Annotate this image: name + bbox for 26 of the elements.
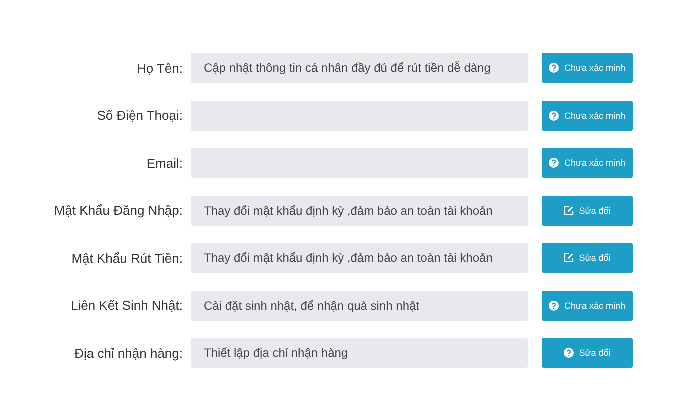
verify-button[interactable]: Chưa xác minh: [542, 148, 633, 178]
field-label: Địa chỉ nhận hàng:: [74, 346, 183, 360]
verify-button[interactable]: Chưa xác minh: [542, 290, 633, 320]
help-icon: [549, 63, 560, 73]
edit-icon: [564, 206, 574, 216]
input-field[interactable]: Thay đổi mật khẩu định kỳ ,đảm bảo an toàn tài khoản: [191, 243, 528, 273]
help-icon: [549, 158, 560, 168]
help-icon: [549, 300, 560, 310]
field-label: Mật Khẩu Rút Tiền:: [72, 250, 183, 266]
edit-button[interactable]: Sửa đổi: [542, 243, 633, 273]
input-field[interactable]: Cài đặt sinh nhật, để nhận quà sinh nhật: [191, 290, 528, 320]
verify-button[interactable]: Chưa xác minh: [542, 100, 633, 130]
field-label: Mật Khẩu Đăng Nhập:: [54, 203, 183, 218]
input-field[interactable]: Thay đổi mật khẩu định kỳ ,đảm bảo an toàn tài khoản: [191, 196, 528, 226]
help-icon: [564, 348, 574, 358]
verify-button[interactable]: Sửa đổi: [542, 338, 633, 368]
help-icon: [549, 110, 560, 120]
input-field[interactable]: Cập nhật thông tin cá nhân đầy đủ để rút tiền dễ dàng: [191, 53, 528, 83]
input-field[interactable]: Thiết lập địa chỉ nhận hàng: [191, 338, 528, 368]
field-label: Liên Kết Sinh Nhật:: [70, 298, 183, 313]
field-label: Họ Tên:: [136, 60, 183, 76]
edit-button[interactable]: Sửa đổi: [542, 196, 633, 226]
verify-button[interactable]: Chưa xác minh: [542, 53, 633, 83]
field-label: Email:: [146, 156, 183, 170]
field-label: Số Điện Thoại:: [97, 108, 183, 123]
edit-icon: [564, 253, 574, 263]
